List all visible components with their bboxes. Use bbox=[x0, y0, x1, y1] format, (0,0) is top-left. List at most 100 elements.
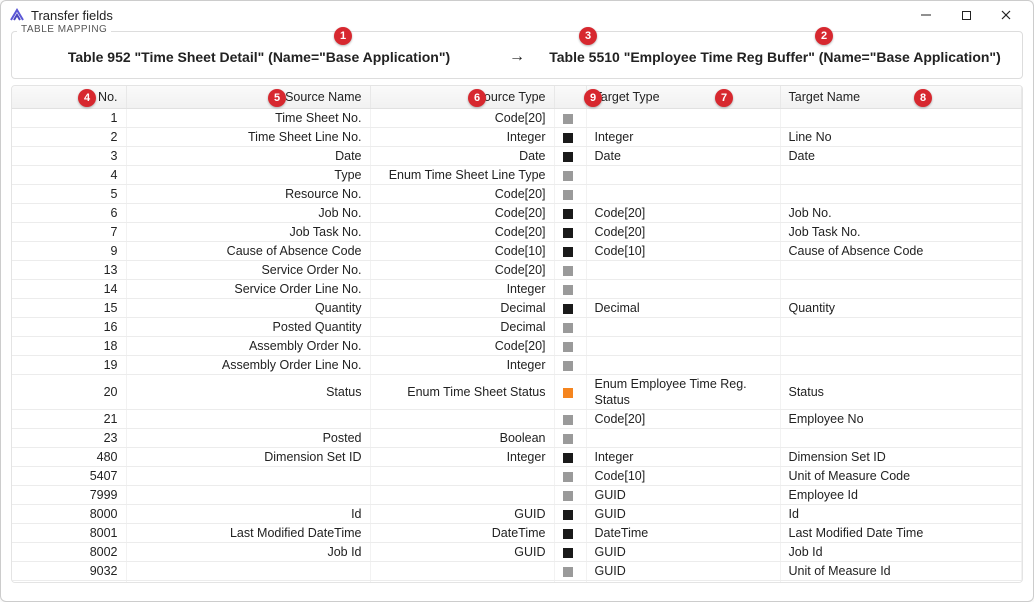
cell-source-name[interactable]: Id bbox=[126, 505, 370, 524]
cell-target-name[interactable]: Job Id bbox=[780, 543, 1022, 562]
cell-target-type[interactable] bbox=[586, 109, 780, 128]
cell-source-name[interactable]: Type bbox=[126, 166, 370, 185]
cell-target-name[interactable] bbox=[780, 356, 1022, 375]
cell-source-type[interactable]: DateTime bbox=[370, 524, 554, 543]
table-row[interactable]: 20StatusEnum Time Sheet StatusEnum Emplo… bbox=[12, 375, 1022, 410]
cell-match[interactable] bbox=[554, 242, 586, 261]
table-row[interactable]: 4TypeEnum Time Sheet Line Type bbox=[12, 166, 1022, 185]
table-row[interactable]: 16Posted QuantityDecimal bbox=[12, 318, 1022, 337]
cell-source-type[interactable] bbox=[370, 486, 554, 505]
cell-source-type[interactable]: Code[20] bbox=[370, 261, 554, 280]
cell-source-name[interactable]: Status bbox=[126, 375, 370, 410]
cell-source-name[interactable]: Job Id bbox=[126, 543, 370, 562]
cell-source-name[interactable]: Date bbox=[126, 147, 370, 166]
cell-source-name[interactable]: Last Modified DateTime bbox=[126, 524, 370, 543]
cell-target-type[interactable] bbox=[586, 318, 780, 337]
cell-target-name[interactable]: Status bbox=[780, 375, 1022, 410]
cell-no[interactable]: 9 bbox=[12, 242, 126, 261]
cell-source-name[interactable]: Resource No. bbox=[126, 185, 370, 204]
cell-source-name[interactable]: Time Sheet No. bbox=[126, 109, 370, 128]
cell-source-name[interactable]: Job Task No. bbox=[126, 223, 370, 242]
cell-source-type[interactable]: Date bbox=[370, 147, 554, 166]
cell-target-type[interactable]: Date bbox=[586, 147, 780, 166]
cell-no[interactable]: 9032 bbox=[12, 562, 126, 581]
cell-target-type[interactable] bbox=[586, 356, 780, 375]
cell-target-name[interactable]: Quantity bbox=[780, 299, 1022, 318]
cell-target-type[interactable]: GUID bbox=[586, 562, 780, 581]
cell-target-type[interactable] bbox=[586, 166, 780, 185]
cell-no[interactable]: 23 bbox=[12, 429, 126, 448]
cell-source-type[interactable]: Boolean bbox=[370, 429, 554, 448]
cell-source-type[interactable]: Decimal bbox=[370, 299, 554, 318]
cell-target-type[interactable]: GUID bbox=[586, 543, 780, 562]
cell-match[interactable] bbox=[554, 185, 586, 204]
cell-match[interactable] bbox=[554, 486, 586, 505]
table-row[interactable]: 9Cause of Absence CodeCode[10]Code[10]Ca… bbox=[12, 242, 1022, 261]
cell-source-name[interactable]: Cause of Absence Code bbox=[126, 242, 370, 261]
table-row[interactable]: 13Service Order No.Code[20] bbox=[12, 261, 1022, 280]
col-target-name[interactable]: Target Name bbox=[780, 86, 1022, 109]
cell-target-name[interactable] bbox=[780, 429, 1022, 448]
cell-match[interactable] bbox=[554, 166, 586, 185]
cell-target-name[interactable]: Id bbox=[780, 505, 1022, 524]
minimize-button[interactable] bbox=[907, 5, 945, 25]
cell-target-name[interactable]: Line No bbox=[780, 128, 1022, 147]
cell-source-type[interactable]: GUID bbox=[370, 543, 554, 562]
table-row[interactable]: 18Assembly Order No.Code[20] bbox=[12, 337, 1022, 356]
cell-source-name[interactable]: Service Order No. bbox=[126, 261, 370, 280]
cell-no[interactable]: 8001 bbox=[12, 524, 126, 543]
table-row[interactable]: 7Job Task No.Code[20]Code[20]Job Task No… bbox=[12, 223, 1022, 242]
cell-match[interactable] bbox=[554, 337, 586, 356]
cell-source-name[interactable]: Assembly Order No. bbox=[126, 337, 370, 356]
cell-source-name[interactable] bbox=[126, 562, 370, 581]
cell-target-type[interactable]: Code[20] bbox=[586, 204, 780, 223]
cell-target-name[interactable] bbox=[780, 185, 1022, 204]
table-row[interactable]: 5407Code[10]Unit of Measure Code bbox=[12, 467, 1022, 486]
table-row[interactable]: 8002Job IdGUIDGUIDJob Id bbox=[12, 543, 1022, 562]
cell-source-name[interactable] bbox=[126, 467, 370, 486]
cell-target-name[interactable] bbox=[780, 109, 1022, 128]
table-row[interactable]: 1Time Sheet No.Code[20] bbox=[12, 109, 1022, 128]
cell-target-type[interactable]: Integer bbox=[586, 448, 780, 467]
cell-target-type[interactable] bbox=[586, 185, 780, 204]
cell-match[interactable] bbox=[554, 128, 586, 147]
table-row[interactable]: 21Code[20]Employee No bbox=[12, 410, 1022, 429]
cell-target-name[interactable] bbox=[780, 318, 1022, 337]
cell-match[interactable] bbox=[554, 299, 586, 318]
cell-no[interactable]: 19 bbox=[12, 356, 126, 375]
cell-source-type[interactable]: Integer bbox=[370, 448, 554, 467]
cell-no[interactable]: 20 bbox=[12, 375, 126, 410]
cell-no[interactable]: 1 bbox=[12, 109, 126, 128]
cell-source-type[interactable] bbox=[370, 410, 554, 429]
cell-source-name[interactable]: Posted Quantity bbox=[126, 318, 370, 337]
cell-match[interactable] bbox=[554, 562, 586, 581]
cell-target-name[interactable]: Dimension Set ID bbox=[780, 448, 1022, 467]
cell-no[interactable]: 21 bbox=[12, 410, 126, 429]
cell-no[interactable]: 13 bbox=[12, 261, 126, 280]
cell-match[interactable] bbox=[554, 280, 586, 299]
cell-target-name[interactable]: Job No. bbox=[780, 204, 1022, 223]
cell-target-name[interactable]: Date bbox=[780, 147, 1022, 166]
cell-source-type[interactable]: Code[20] bbox=[370, 204, 554, 223]
cell-match[interactable] bbox=[554, 448, 586, 467]
cell-no[interactable]: 5407 bbox=[12, 467, 126, 486]
cell-target-type[interactable]: Code[20] bbox=[586, 410, 780, 429]
cell-target-name[interactable]: Employee Id bbox=[780, 486, 1022, 505]
cell-target-type[interactable] bbox=[586, 280, 780, 299]
cell-match[interactable] bbox=[554, 318, 586, 337]
cell-match[interactable] bbox=[554, 375, 586, 410]
cell-source-type[interactable]: Integer bbox=[370, 356, 554, 375]
cell-no[interactable]: 15 bbox=[12, 299, 126, 318]
cell-source-name[interactable] bbox=[126, 486, 370, 505]
cell-source-name[interactable]: Time Sheet Line No. bbox=[126, 128, 370, 147]
cell-match[interactable] bbox=[554, 223, 586, 242]
cell-source-type[interactable]: Code[20] bbox=[370, 337, 554, 356]
cell-source-type[interactable]: Decimal bbox=[370, 318, 554, 337]
cell-target-type[interactable] bbox=[586, 261, 780, 280]
cell-source-type[interactable]: Code[20] bbox=[370, 185, 554, 204]
cell-target-type[interactable]: GUID bbox=[586, 486, 780, 505]
cell-target-type[interactable]: Enum Employee Time Reg. Status bbox=[586, 375, 780, 410]
cell-source-name[interactable]: Dimension Set ID bbox=[126, 448, 370, 467]
cell-no[interactable]: 2 bbox=[12, 128, 126, 147]
table-row[interactable]: 6Job No.Code[20]Code[20]Job No. bbox=[12, 204, 1022, 223]
